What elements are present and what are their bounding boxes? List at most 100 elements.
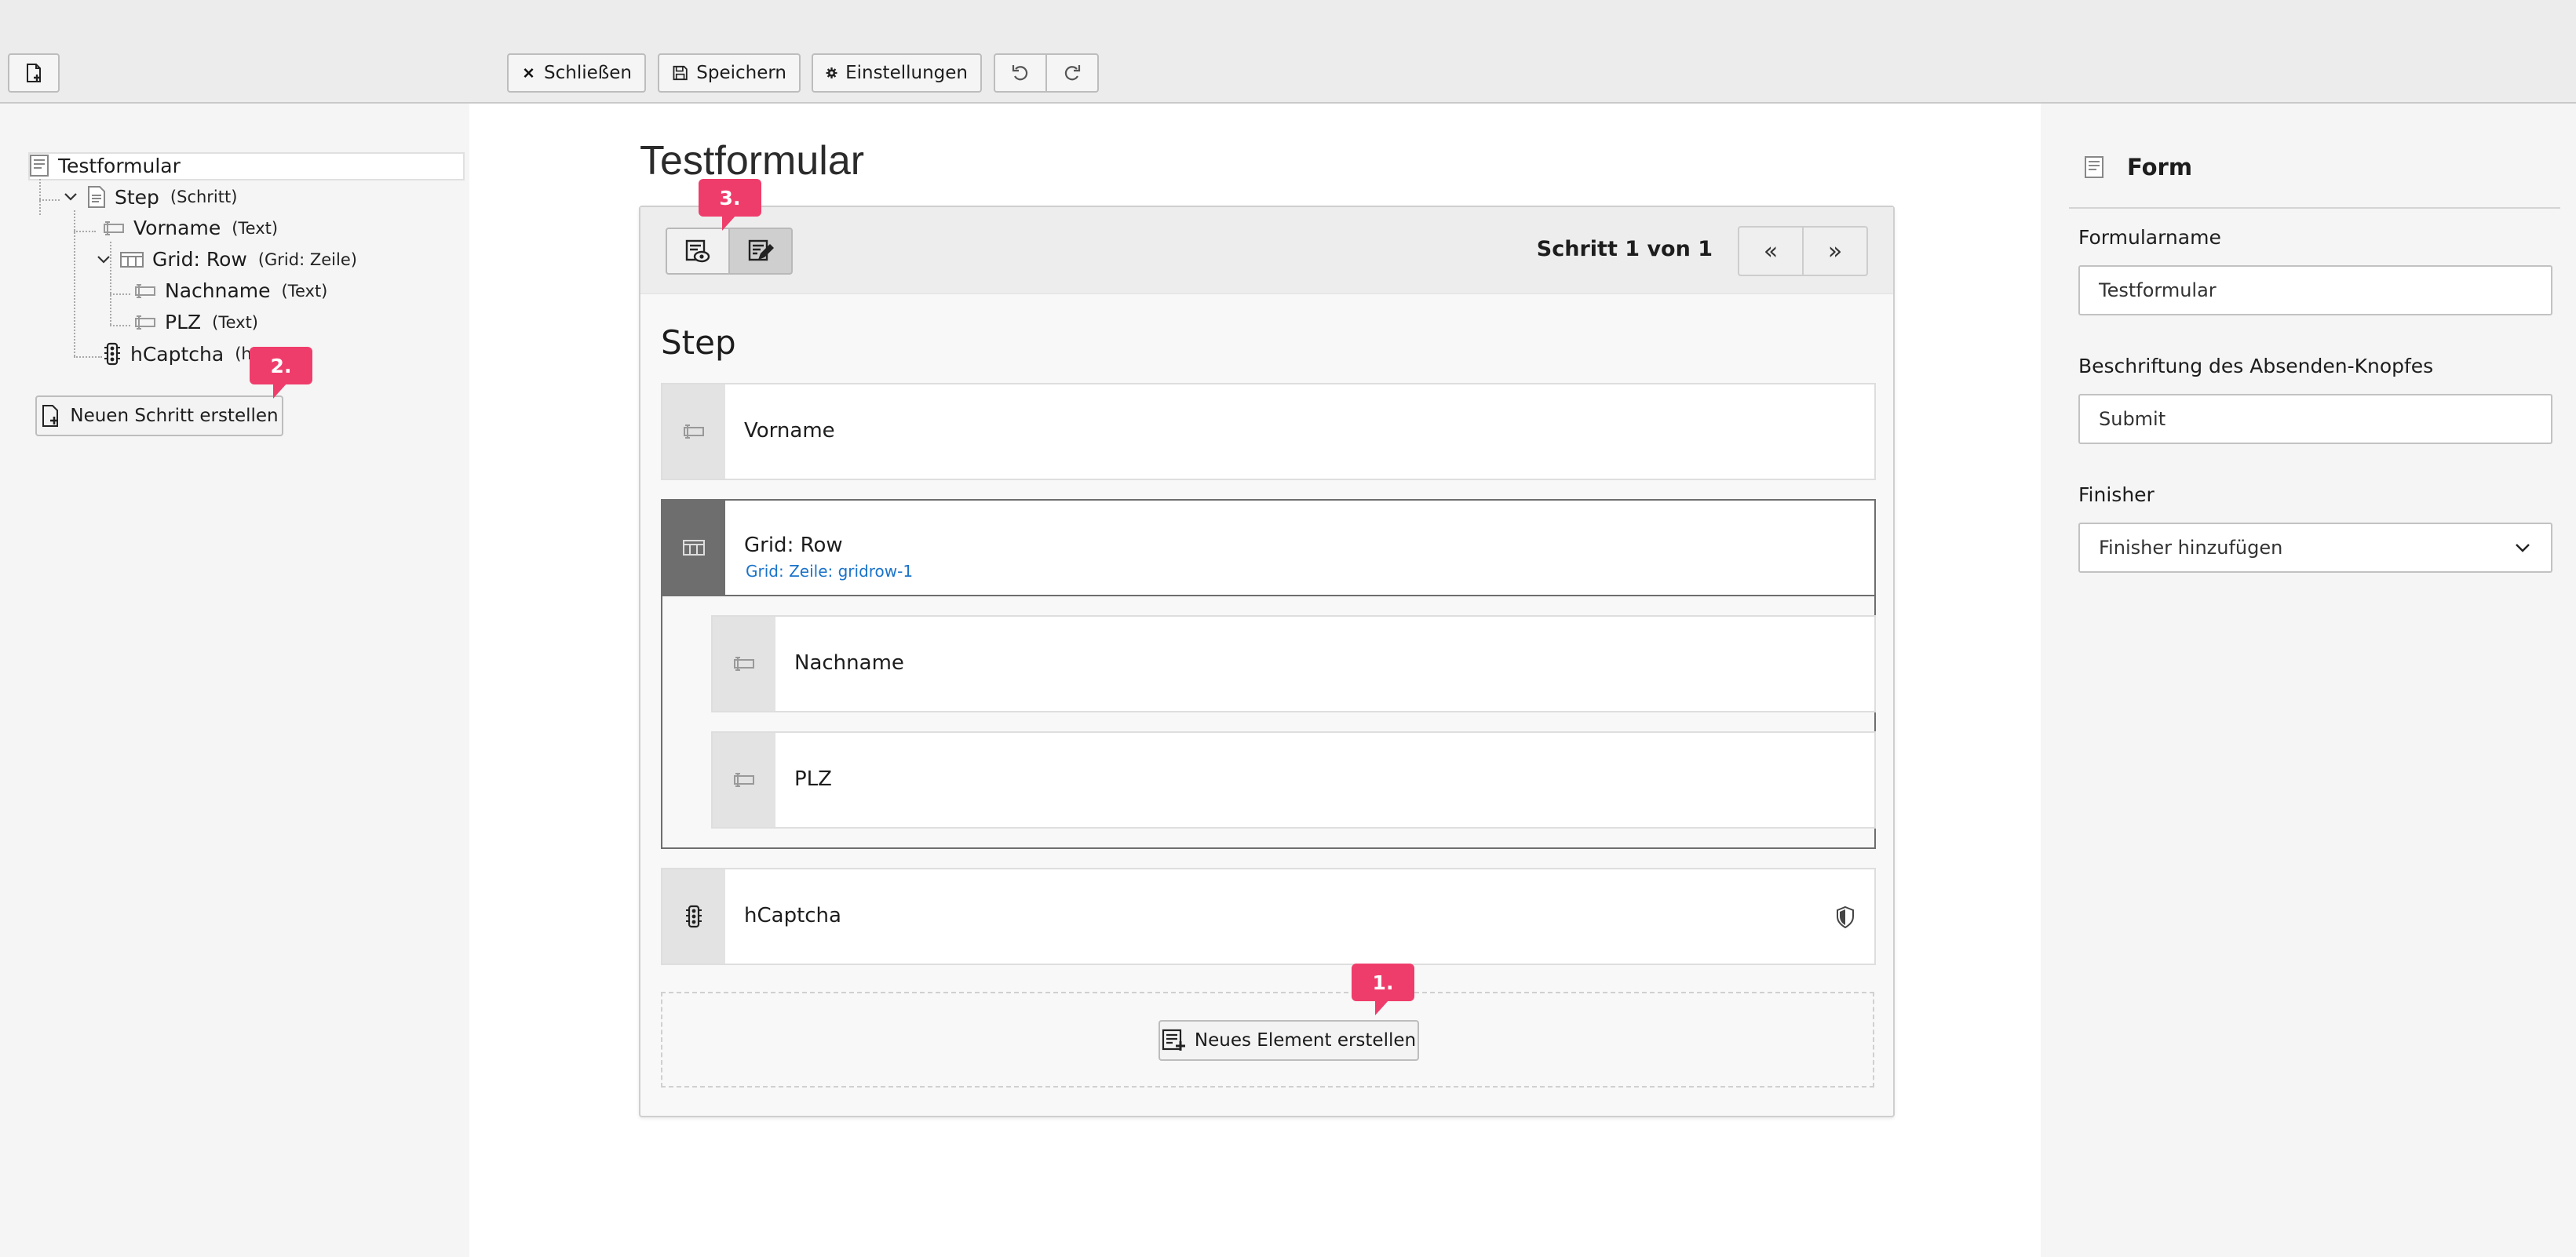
save-button-label: Speichern	[696, 63, 786, 83]
settings-button[interactable]: Einstellungen	[812, 53, 982, 93]
tree-item-vorname[interactable]: Vorname (Text)	[102, 217, 278, 239]
new-element-button-label: Neues Element erstellen	[1194, 1030, 1417, 1051]
toolbar: Schließen Speichern Einstellungen	[0, 0, 2576, 104]
tree-item-type: (Text)	[212, 312, 258, 332]
submit-label-input[interactable]: Submit	[2078, 394, 2552, 444]
inspector-panel: Form Formularname Testformular Beschrift…	[2041, 104, 2576, 1257]
chevron-double-left-icon: «	[1763, 237, 1779, 265]
step-panel-header: Schritt 1 von 1 « »	[640, 207, 1893, 294]
traffic-light-icon	[686, 905, 702, 928]
page-icon	[88, 186, 105, 208]
text-field-icon	[734, 773, 754, 787]
tree-item-label: Vorname	[133, 217, 221, 239]
new-step-button-label: Neuen Schritt erstellen	[70, 406, 279, 426]
text-field-icon	[135, 315, 155, 330]
next-step-button[interactable]: »	[1802, 226, 1868, 276]
settings-button-label: Einstellungen	[845, 63, 968, 83]
grid-row-header[interactable]: Grid: Row Grid: Zeile: gridrow-1	[662, 501, 1874, 596]
edit-form-icon	[748, 239, 774, 261]
tree-item-nachname[interactable]: Nachname (Text)	[133, 279, 327, 302]
finisher-select[interactable]: Finisher hinzufügen	[2078, 523, 2552, 573]
new-form-button[interactable]	[8, 53, 60, 93]
inspector-header: Form	[2083, 154, 2192, 180]
step-panel: Schritt 1 von 1 « » Step Vorname Grid: R…	[639, 206, 1895, 1117]
close-button[interactable]: Schließen	[507, 53, 646, 93]
tree-connector	[110, 325, 130, 326]
tree-connector	[74, 231, 96, 232]
drag-handle[interactable]	[713, 733, 775, 827]
tree-item-label: Nachname	[165, 279, 271, 302]
tree-connector	[39, 199, 60, 201]
chevron-down-icon[interactable]	[63, 189, 78, 205]
new-element-icon	[1162, 1029, 1185, 1051]
form-element-hcaptcha[interactable]: hCaptcha	[661, 868, 1876, 965]
preview-icon	[685, 239, 710, 263]
form-name-input[interactable]: Testformular	[2078, 265, 2552, 315]
form-element-grid-row[interactable]: Grid: Row Grid: Zeile: gridrow-1 Nachnam…	[661, 499, 1876, 849]
redo-icon	[1064, 65, 1081, 81]
tree-item-label: Testformular	[58, 154, 181, 177]
new-element-button[interactable]: Neues Element erstellen	[1158, 1020, 1419, 1061]
element-label: Nachname	[794, 651, 904, 675]
element-identifier: Grid: Zeile: gridrow-1	[746, 562, 914, 581]
drag-handle[interactable]	[662, 501, 725, 595]
tree-item-label: hCaptcha	[130, 342, 224, 366]
new-step-button[interactable]: Neuen Schritt erstellen	[35, 395, 283, 436]
text-field-icon	[104, 220, 124, 235]
close-icon	[524, 67, 534, 78]
chevron-down-icon	[2516, 544, 2530, 552]
chevron-double-right-icon: »	[1827, 237, 1843, 265]
tree-item-grid-row[interactable]: Grid: Row (Grid: Zeile)	[96, 248, 357, 271]
chevron-down-icon[interactable]	[96, 252, 111, 268]
traffic-light-icon	[104, 342, 120, 366]
badge-label: 1.	[1372, 971, 1394, 994]
form-name-label: Formularname	[2078, 226, 2221, 249]
undo-button[interactable]	[994, 53, 1047, 93]
tree-item-type: (Text)	[232, 218, 279, 238]
tree-item-hcaptcha[interactable]: hCaptcha (h	[102, 342, 252, 366]
form-icon	[2085, 156, 2103, 178]
inspector-title: Form	[2127, 154, 2193, 180]
new-document-icon	[27, 64, 41, 82]
text-field-icon	[684, 424, 704, 439]
form-tree-panel: Testformular Step (Schritt) Vorname (Tex…	[0, 104, 469, 1257]
tree-item-step[interactable]: Step (Schritt)	[63, 185, 237, 209]
form-icon	[30, 155, 49, 177]
form-element-vorname[interactable]: Vorname	[661, 383, 1876, 480]
element-label: Grid: Row	[744, 534, 843, 557]
form-element-plz[interactable]: PLZ	[711, 731, 1876, 829]
text-field-icon	[734, 657, 754, 671]
tree-connector	[74, 356, 102, 358]
tree-item-label: Step	[115, 185, 159, 209]
previous-step-button[interactable]: «	[1738, 226, 1804, 276]
tree-item-label: PLZ	[165, 311, 202, 333]
element-label: Vorname	[744, 419, 835, 443]
close-button-label: Schließen	[544, 63, 632, 83]
form-element-nachname[interactable]: Nachname	[711, 615, 1876, 712]
text-field-icon	[135, 283, 155, 298]
new-page-icon	[42, 405, 59, 427]
tree-item-plz[interactable]: PLZ (Text)	[133, 311, 258, 333]
save-button[interactable]: Speichern	[658, 53, 801, 93]
element-label: hCaptcha	[744, 904, 841, 927]
step-indicator: Schritt 1 von 1	[1536, 237, 1713, 261]
tree-item-root[interactable]: Testformular	[28, 154, 181, 177]
save-icon	[673, 65, 688, 81]
tree-item-label: Grid: Row	[152, 248, 247, 271]
preview-mode-button[interactable]	[666, 228, 730, 275]
page-title: Testformular	[640, 138, 865, 184]
drag-handle[interactable]	[713, 617, 775, 711]
tree-item-type: (Schritt)	[170, 188, 238, 206]
step-badge-two: 2.	[250, 347, 312, 399]
drag-handle[interactable]	[662, 869, 725, 964]
undo-icon	[1012, 65, 1028, 81]
redo-button[interactable]	[1045, 53, 1099, 93]
tree-item-type: (Grid: Zeile)	[257, 250, 357, 269]
step-badge-one: 1.	[1352, 964, 1414, 1015]
grid-icon	[120, 251, 144, 268]
drag-handle[interactable]	[662, 384, 725, 479]
element-label: PLZ	[794, 767, 832, 791]
badge-label: 2.	[270, 354, 292, 377]
abstract-mode-button[interactable]	[728, 228, 793, 275]
tree-connector	[110, 293, 130, 295]
